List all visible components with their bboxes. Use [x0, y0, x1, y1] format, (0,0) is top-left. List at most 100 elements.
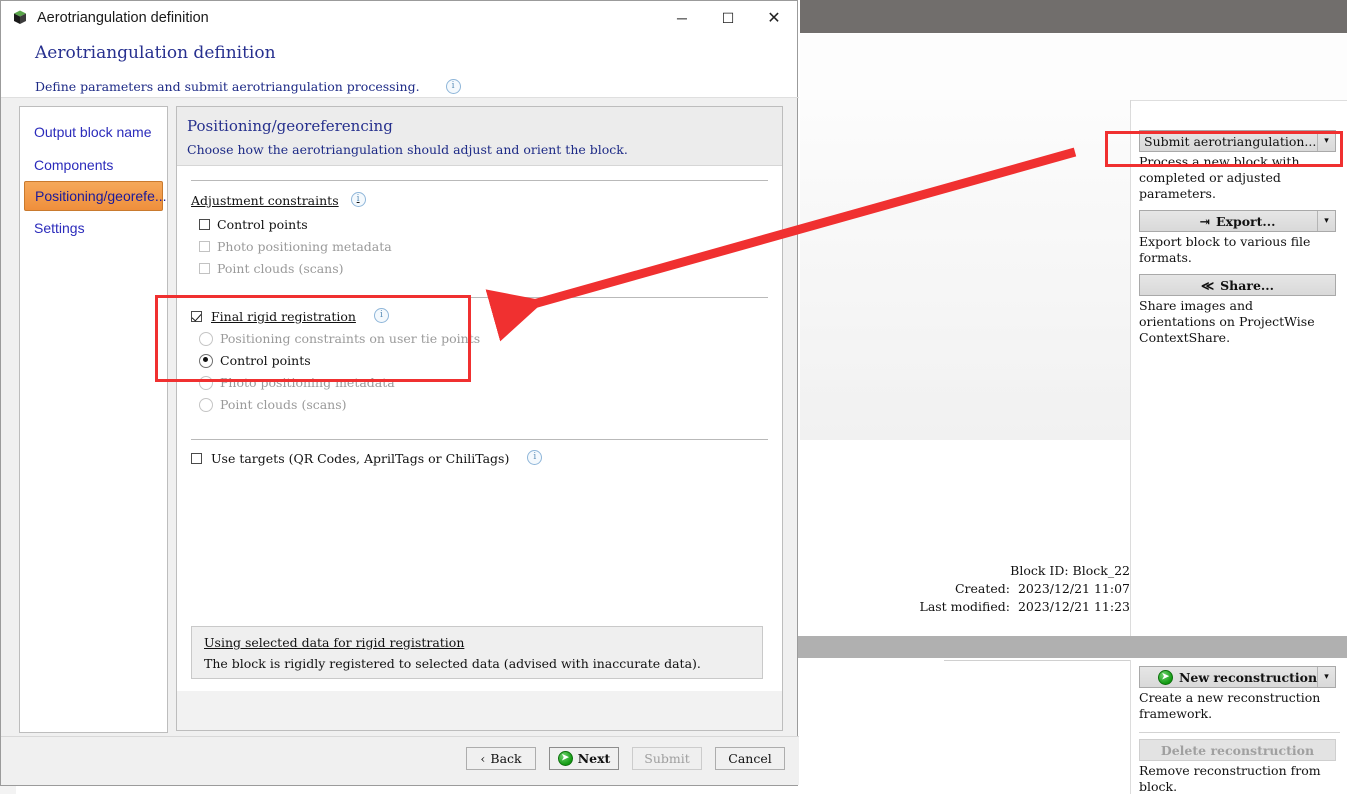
checkbox-point-clouds-adjustment[interactable]: Point clouds (scans) — [177, 254, 782, 276]
background-viewport — [800, 100, 1131, 440]
close-icon[interactable]: ✕ — [751, 1, 797, 35]
right-action-panel: Submit aerotriangulation... ▾ Process a … — [1130, 108, 1347, 636]
checkbox-icon[interactable] — [199, 241, 210, 252]
dialog-title: Aerotriangulation definition — [37, 10, 209, 26]
checkbox-label: Control points — [217, 217, 308, 232]
radio-control-points-rigid[interactable]: Control points — [177, 346, 782, 368]
background-window-titlebar — [800, 0, 1347, 33]
share-label: Share... — [1220, 277, 1274, 293]
radio-label: Positioning constraints on user tie poin… — [220, 331, 481, 346]
checkbox-label: Final rigid registration — [211, 309, 356, 324]
share-description: Share images and orientations on Project… — [1139, 298, 1315, 345]
next-label: Next — [577, 751, 611, 766]
export-description: Export block to various file formats. — [1139, 234, 1311, 265]
checkbox-label: Use targets (QR Codes, AprilTags or Chil… — [211, 451, 510, 466]
maximize-icon[interactable]: ☐ — [705, 1, 751, 35]
checkbox-photo-positioning-metadata-adjustment[interactable]: Photo positioning metadata — [177, 232, 782, 254]
checkbox-final-rigid-registration[interactable]: Final rigid registration i — [177, 298, 782, 324]
chevron-left-icon: ‹ — [480, 751, 486, 766]
description-box-title: Using selected data for rigid registrati… — [204, 635, 465, 650]
radio-icon[interactable] — [199, 331, 213, 346]
sidebar-item-label: Output block name — [34, 123, 152, 140]
dialog-step-nav: Output block name Components Positioning… — [19, 106, 168, 733]
block-metadata: Block ID: Block_22 Created: 2023/12/21 1… — [919, 563, 1130, 614]
arrow-circle-icon: ➤ — [557, 751, 573, 766]
header-divider — [1, 97, 799, 98]
submit-aerotriangulation-description: Process a new block with completed or ad… — [1139, 154, 1300, 201]
submit-aerotriangulation-caret-icon[interactable]: ▾ — [1317, 131, 1335, 151]
radio-label: Point clouds (scans) — [220, 397, 347, 412]
checkbox-icon[interactable] — [191, 311, 202, 322]
sidebar-item-settings[interactable]: Settings — [20, 211, 167, 244]
arrow-circle-icon: ➤ — [1157, 669, 1173, 685]
radio-label: Photo positioning metadata — [220, 375, 395, 390]
delete-reconstruction-button[interactable]: Delete reconstruction — [1139, 739, 1336, 761]
dialog-footer-buttons: ‹ Back ➤ Next Submit Cancel — [466, 747, 785, 770]
content-header: Positioning/georeferencing Choose how th… — [177, 107, 782, 166]
info-icon-adjustment[interactable]: i — [350, 192, 366, 207]
export-icon: ⇥ — [1199, 213, 1210, 229]
new-reconstruction-button[interactable]: ➤ New reconstruction ▾ — [1139, 666, 1336, 688]
radio-icon[interactable] — [199, 397, 213, 412]
description-box-text: The block is rigidly registered to selec… — [204, 656, 701, 671]
checkbox-use-targets[interactable]: Use targets (QR Codes, AprilTags or Chil… — [177, 440, 782, 466]
delete-reconstruction-description: Remove reconstruction from block. — [1139, 763, 1321, 794]
dialog-subheading-row: Define parameters and submit aerotriangu… — [35, 63, 797, 95]
background-toolbar-area — [800, 34, 1347, 101]
sidebar-item-components[interactable]: Components — [20, 148, 167, 181]
checkbox-icon[interactable] — [199, 219, 210, 230]
adjustment-constraints-label: Adjustment constraints — [191, 193, 339, 208]
checkbox-label: Photo positioning metadata — [217, 239, 392, 254]
sidebar-item-label: Positioning/georefe... — [35, 188, 167, 204]
radio-positioning-constraints-user-tie-points[interactable]: Positioning constraints on user tie poin… — [177, 324, 782, 346]
submit-aerotriangulation-label: Submit aerotriangulation... — [1144, 133, 1317, 149]
back-label: Back — [490, 751, 522, 766]
checkbox-control-points-adjustment[interactable]: Control points — [177, 208, 782, 232]
export-button[interactable]: ⇥ Export... ▾ — [1139, 210, 1336, 232]
submit-aerotriangulation-button[interactable]: Submit aerotriangulation... ▾ — [1139, 130, 1336, 152]
dialog-footer: ‹ Back ➤ Next Submit Cancel — [1, 736, 799, 785]
dialog-subheading: Define parameters and submit aerotriangu… — [35, 79, 420, 94]
dialog-titlebar[interactable]: Aerotriangulation definition ─ ☐ ✕ — [1, 1, 797, 35]
dialog-heading: Aerotriangulation definition — [35, 43, 276, 63]
content-subtitle: Choose how the aerotriangulation should … — [187, 142, 628, 157]
sidebar-item-positioning-georeferencing[interactable]: Positioning/georefe... — [24, 181, 167, 211]
cancel-label: Cancel — [728, 751, 772, 766]
adjustment-constraints-label-row: Adjustment constraints i — [177, 181, 782, 208]
sidebar-item-label: Settings — [34, 219, 85, 236]
info-icon-use-targets[interactable]: i — [527, 450, 543, 465]
reconstruction-action-panel: ➤ New reconstruction ▾ Create a new reco… — [1130, 660, 1347, 794]
dialog-body: Output block name Components Positioning… — [1, 99, 799, 747]
dialog-header: Aerotriangulation definition Define para… — [1, 35, 799, 98]
radio-photo-positioning-metadata-rigid[interactable]: Photo positioning metadata — [177, 368, 782, 390]
radio-icon[interactable] — [199, 353, 213, 368]
share-icon: ≪ — [1201, 277, 1215, 293]
next-button[interactable]: ➤ Next — [549, 747, 619, 770]
export-label: Export... — [1216, 213, 1276, 229]
radio-label: Control points — [220, 353, 311, 368]
cancel-button[interactable]: Cancel — [715, 747, 785, 770]
cube-icon — [11, 9, 29, 27]
export-caret-icon[interactable]: ▾ — [1317, 211, 1335, 231]
delete-reconstruction-label: Delete reconstruction — [1160, 742, 1315, 758]
sidebar-item-output-block-name[interactable]: Output block name — [20, 115, 167, 148]
back-button[interactable]: ‹ Back — [466, 747, 536, 770]
description-box: Using selected data for rigid registrati… — [191, 626, 763, 679]
info-icon-rigid-registration[interactable]: i — [373, 308, 389, 323]
content-main: Adjustment constraints i Control points … — [177, 166, 782, 691]
checkbox-icon[interactable] — [199, 263, 210, 274]
submit-label: Submit — [644, 751, 690, 766]
radio-point-clouds-rigid[interactable]: Point clouds (scans) — [177, 390, 782, 412]
checkbox-icon[interactable] — [191, 453, 202, 464]
info-icon-header[interactable]: i — [445, 79, 461, 94]
sidebar-item-label: Components — [34, 156, 114, 173]
new-reconstruction-description: Create a new reconstruction framework. — [1139, 690, 1321, 721]
content-title: Positioning/georeferencing — [187, 117, 393, 135]
minimize-icon[interactable]: ─ — [659, 1, 705, 35]
share-button[interactable]: ≪ Share... — [1139, 274, 1336, 296]
submit-button[interactable]: Submit — [632, 747, 702, 770]
new-reconstruction-caret-icon[interactable]: ▾ — [1317, 667, 1335, 687]
radio-icon[interactable] — [199, 375, 213, 390]
checkbox-label: Point clouds (scans) — [217, 261, 344, 276]
panel-separator — [1139, 732, 1340, 733]
